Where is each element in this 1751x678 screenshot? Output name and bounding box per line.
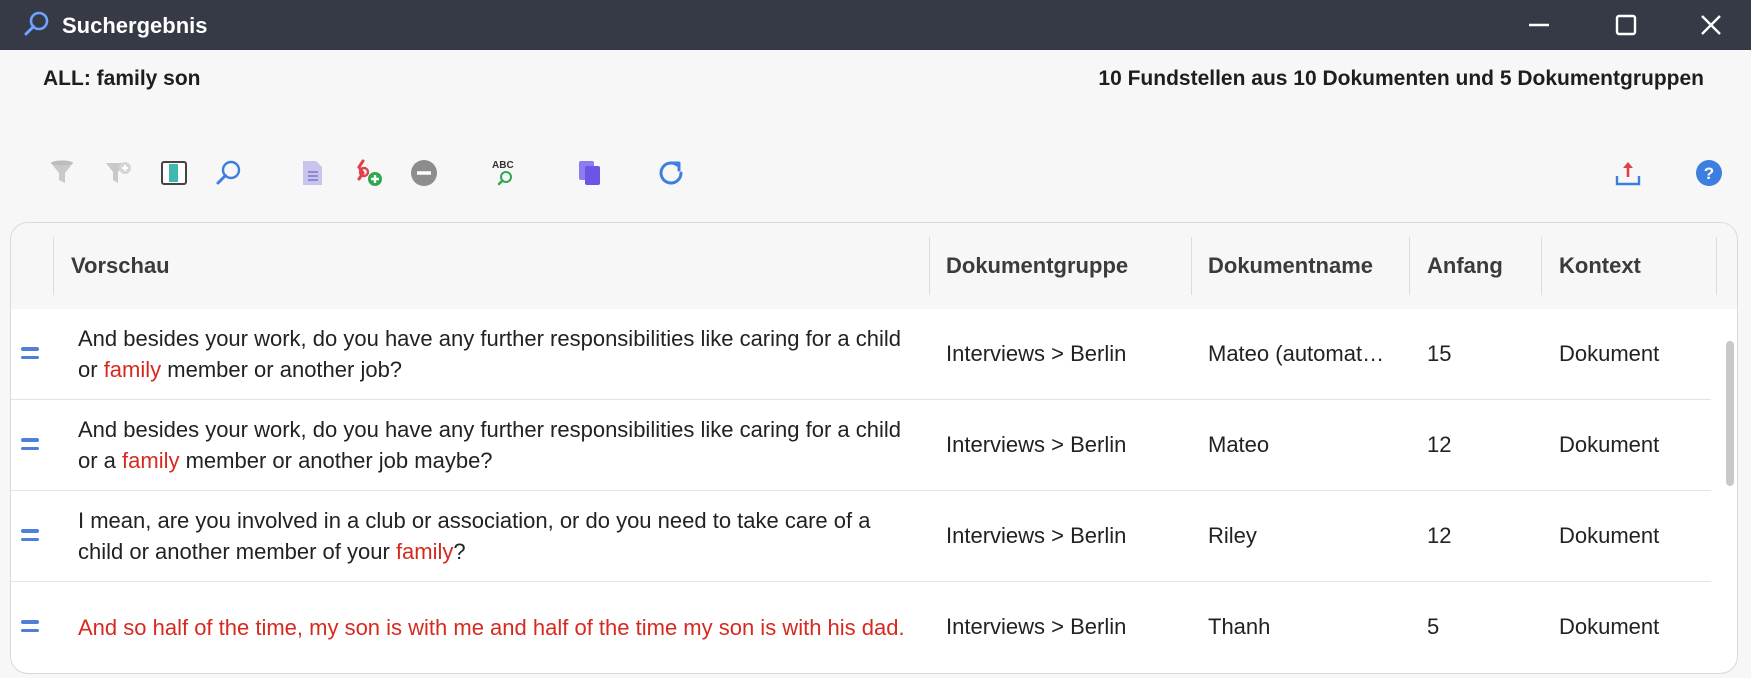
vertical-scrollbar[interactable]	[1724, 309, 1736, 673]
search-query: ALL: family son	[43, 67, 201, 90]
remove-icon	[411, 160, 437, 186]
preview-cell: And besides your work, do you have any f…	[78, 326, 901, 382]
document-name-cell: Mateo (automat…	[1208, 341, 1385, 366]
close-button[interactable]	[1676, 5, 1746, 45]
preview-cell: And so half of the time, my son is with …	[78, 582, 908, 672]
minimize-icon	[1529, 23, 1549, 27]
maximize-button[interactable]	[1591, 5, 1661, 45]
table-row[interactable]: I mean, are you involved in a club or as…	[11, 491, 1711, 582]
highlighted-match: family	[395, 539, 454, 564]
close-icon	[1701, 15, 1721, 35]
clear-filter-icon	[106, 162, 131, 183]
toggle-preview-icon	[161, 161, 187, 185]
highlighted-match: family	[103, 357, 162, 382]
filter-icon	[51, 160, 73, 183]
maximize-icon	[1615, 14, 1637, 36]
refresh-button[interactable]	[653, 155, 689, 191]
context-cell: Dokument	[1559, 341, 1660, 366]
spell-search-button[interactable]: ABC	[488, 155, 524, 191]
svg-text:?: ?	[1704, 164, 1714, 183]
start-cell: 5	[1427, 614, 1440, 639]
preview-cell: And besides your work, do you have any f…	[78, 417, 901, 473]
results-table: Vorschau Dokumentgruppe Dokumentname Anf…	[10, 222, 1738, 674]
context-cell: Dokument	[1559, 614, 1660, 639]
toggle-preview-button[interactable]	[156, 155, 192, 191]
column-header-context[interactable]: Kontext	[1559, 223, 1641, 309]
drag-handle-icon[interactable]	[21, 529, 41, 545]
search-button[interactable]	[211, 155, 247, 191]
table-row[interactable]: And besides your work, do you have any f…	[11, 309, 1711, 400]
column-header-document-group[interactable]: Dokumentgruppe	[946, 223, 1128, 309]
document-group-cell: Interviews > Berlin	[946, 523, 1127, 548]
table-row[interactable]: And so half of the time, my son is with …	[11, 582, 1711, 673]
window-title: Suchergebnis	[62, 13, 208, 38]
remove-button[interactable]	[406, 155, 442, 191]
start-cell: 15	[1427, 341, 1452, 366]
minimize-button[interactable]	[1504, 5, 1574, 45]
table-row[interactable]: And besides your work, do you have any f…	[11, 400, 1711, 491]
table-header: Vorschau Dokumentgruppe Dokumentname Anf…	[11, 223, 1737, 309]
column-header-preview[interactable]: Vorschau	[71, 223, 170, 309]
document-group-cell: Interviews > Berlin	[946, 341, 1127, 366]
search-icon	[22, 10, 52, 40]
copy-button[interactable]	[572, 155, 608, 191]
refresh-icon	[659, 161, 683, 185]
column-header-start[interactable]: Anfang	[1427, 223, 1503, 309]
export-icon	[1615, 162, 1641, 186]
context-cell: Dokument	[1559, 432, 1660, 457]
add-code-button[interactable]	[350, 155, 386, 191]
start-cell: 12	[1427, 523, 1452, 548]
copy-icon	[579, 161, 600, 185]
clear-filter-button[interactable]	[100, 155, 136, 191]
start-cell: 12	[1427, 432, 1452, 457]
filter-button[interactable]	[44, 155, 80, 191]
drag-handle-icon[interactable]	[21, 620, 41, 636]
document-list-icon	[303, 161, 322, 185]
search-icon	[216, 160, 241, 185]
document-name-cell: Riley	[1208, 523, 1257, 548]
help-button[interactable]: ?	[1691, 155, 1727, 191]
code-add-icon	[357, 159, 382, 186]
document-name-cell: Mateo	[1208, 432, 1270, 457]
title-bar: Suchergebnis	[0, 0, 1751, 50]
document-name-cell: Thanh	[1208, 614, 1271, 639]
help-icon: ?	[1696, 160, 1722, 186]
scrollbar-thumb[interactable]	[1726, 341, 1734, 486]
highlighted-match: family	[122, 448, 180, 473]
result-summary: 10 Fundstellen aus 10 Dokumenten und 5 D…	[1098, 67, 1704, 90]
highlighted-match: And so half of the time, my son is with …	[78, 614, 905, 640]
preview-cell: I mean, are you involved in a club or as…	[78, 508, 871, 564]
spell-search-icon: ABC	[492, 160, 514, 186]
svg-text:ABC: ABC	[492, 160, 514, 171]
document-group-cell: Interviews > Berlin	[946, 614, 1127, 639]
drag-handle-icon[interactable]	[21, 438, 41, 454]
column-header-document-name[interactable]: Dokumentname	[1208, 223, 1373, 309]
export-button[interactable]	[1610, 155, 1646, 191]
document-group-cell: Interviews > Berlin	[946, 432, 1127, 457]
document-list-button[interactable]	[294, 155, 330, 191]
context-cell: Dokument	[1559, 523, 1660, 548]
drag-handle-icon[interactable]	[21, 347, 41, 363]
